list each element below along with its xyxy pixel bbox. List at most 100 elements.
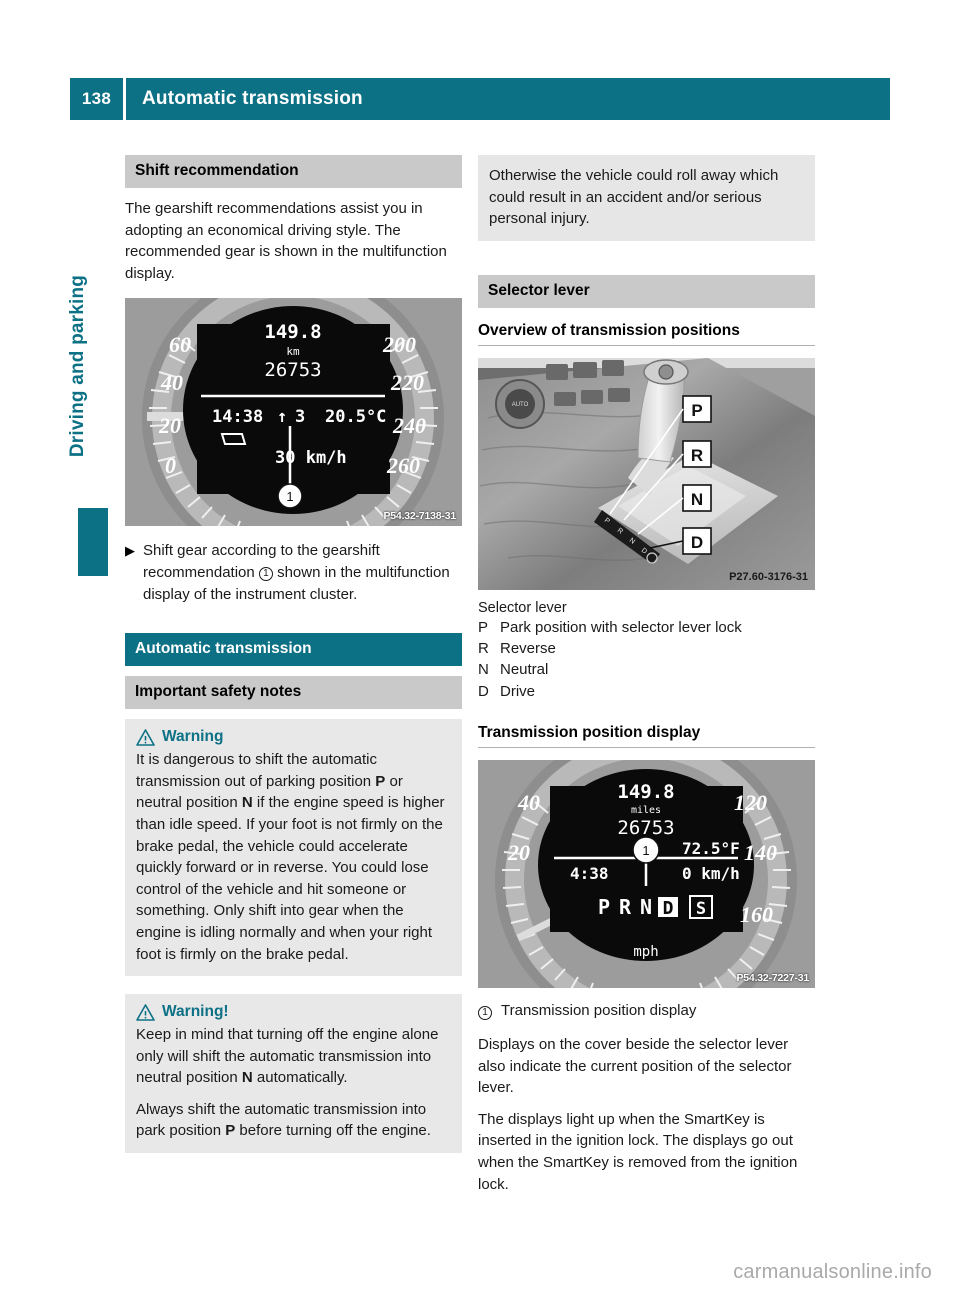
lever-callout-r: R (691, 446, 703, 465)
page-header: 138 Automatic transmission (70, 78, 890, 120)
note-continued-text: Otherwise the vehicle could roll away wh… (489, 167, 779, 228)
lever-callout-n: N (691, 490, 703, 509)
cluster-mph-time: 4:38 (570, 864, 609, 883)
cluster-trip-unit: km (286, 345, 300, 358)
warning-triangle-icon (136, 1003, 155, 1021)
legend-key-d: D (478, 682, 489, 700)
cluster-mph-unit-label: mph (633, 944, 658, 960)
dial-tick-120-mph: 120 (734, 790, 767, 815)
right-paragraph-1: Displays on the cover beside the selecto… (478, 1035, 792, 1097)
page-title: Automatic transmission (142, 88, 363, 109)
dial-tick-240: 240 (392, 413, 426, 438)
left-column: Shift recommendation The gearshift recom… (125, 155, 462, 1154)
warning-2-header: Warning! (136, 1003, 451, 1021)
cluster-gear-r: R (619, 895, 632, 919)
dial-tick-140-mph: 140 (744, 840, 777, 865)
section-bar-important-safety-notes: Important safety notes (125, 676, 462, 710)
warning-2-paragraph-2: Always shift the automatic transmission … (136, 1100, 431, 1140)
step-marker-icon: ▶ (125, 543, 135, 559)
section-bar-automatic-transmission: Automatic transmission (125, 633, 462, 667)
cluster-mph-callout-1: 1 (642, 843, 649, 858)
page-number: 138 (81, 89, 112, 108)
legend-text-p: Park position with selector lever lock (500, 618, 742, 636)
svg-text:AUTO: AUTO (512, 402, 529, 408)
warning-1-title: Warning (162, 728, 224, 746)
legend-row-d: D Drive (478, 681, 815, 702)
sidebar-chapter-label: Driving and parking (67, 274, 88, 458)
selector-lever-svg: AUTO P R N D P R N D P27.60-3176-31 (478, 357, 815, 590)
cluster-gear-d-active: D (663, 898, 674, 919)
lever-callout-p: P (691, 401, 702, 420)
legend-row-r: R Reverse (478, 638, 815, 659)
callout-line-transmission-display: 1 Transmission position display (478, 1002, 815, 1020)
cluster-image-mph: 40 20 120 140 160 149.8 miles 26753 72.5… (478, 759, 815, 988)
legend-text-d: Drive (500, 682, 536, 700)
note-continued-box: Otherwise the vehicle could roll away wh… (478, 155, 815, 241)
lever-callout-d: D (691, 533, 703, 552)
cluster-trip-value: 149.8 (264, 321, 321, 343)
cluster-gear-value: 3 (295, 407, 305, 427)
dial-tick-220: 220 (390, 370, 424, 395)
cluster-kmh-svg: 60 40 20 0 200 220 240 260 149.8 km 2675… (125, 298, 462, 527)
right-paragraph-2: The displays light up when the SmartKey … (478, 1110, 798, 1193)
figure-code-cluster-mph: P54.32-7227-31 (736, 971, 809, 984)
warning-2-title: Warning! (162, 1003, 229, 1021)
cluster-odometer: 26753 (264, 359, 321, 381)
dial-tick-40: 40 (160, 370, 183, 395)
dial-tick-40-mph: 40 (517, 790, 540, 815)
step-text: Shift gear according to the gearshift re… (143, 542, 450, 603)
cluster-sport-badge: S (696, 899, 706, 919)
cluster-image-kmh: 60 40 20 0 200 220 240 260 149.8 km 2675… (125, 298, 462, 527)
cluster-mph-svg: 40 20 120 140 160 149.8 miles 26753 72.5… (478, 759, 815, 988)
legend-row-n: N Neutral (478, 659, 815, 680)
section-bar-selector-lever: Selector lever (478, 274, 815, 308)
cluster-gear-arrow-icon: ↑ (277, 407, 287, 427)
dial-tick-260: 260 (386, 453, 420, 478)
warning-triangle-icon (136, 728, 155, 746)
section-bar-shift-recommendation: Shift recommendation (125, 155, 462, 188)
legend-text-n: Neutral (500, 661, 549, 679)
cluster-mph-trip-unit: miles (631, 805, 661, 816)
selector-lever-legend: Selector lever P Park position with sele… (478, 600, 815, 702)
dial-tick-20-mph: 20 (507, 840, 530, 865)
shift-recommendation-paragraph: The gearshift recommendations assist you… (125, 200, 447, 282)
inline-callout-1: 1 (258, 566, 273, 581)
figure-instrument-cluster-mph: 40 20 120 140 160 149.8 miles 26753 72.5… (478, 759, 815, 988)
legend-key-p: P (478, 618, 489, 636)
dial-tick-200: 200 (382, 332, 416, 357)
cluster-time: 14:38 (212, 407, 263, 427)
legend-text-r: Reverse (500, 640, 556, 658)
warning-box-2: Warning! Keep in mind that turning off t… (125, 994, 462, 1154)
cluster-mph-speed: 0 km/h (682, 864, 740, 883)
figure-code-lever: P27.60-3176-31 (729, 571, 808, 583)
warning-1-text: It is dangerous to shift the automatic t… (136, 751, 445, 963)
cluster-speed: 30 km/h (275, 448, 347, 468)
right-column: Otherwise the vehicle could roll away wh… (478, 155, 815, 1195)
cluster-mph-odometer: 26753 (617, 817, 674, 839)
sidebar-chapter-tab (78, 508, 108, 576)
callout-line-text: Transmission position display (501, 1001, 697, 1019)
legend-caption: Selector lever (478, 599, 567, 616)
heading-overview-transmission-positions: Overview of transmission positions (478, 322, 815, 346)
heading-transmission-position-display: Transmission position display (478, 724, 815, 748)
figure-code-cluster-kmh: P54.32-7138-31 (383, 510, 456, 523)
selector-lever-image: AUTO P R N D P R N D P27.60-3176-31 (478, 357, 815, 590)
footer-watermark: carmanualsonline.info (733, 1261, 932, 1283)
legend-key-r: R (478, 640, 489, 658)
figure-instrument-cluster-kmh: 60 40 20 0 200 220 240 260 149.8 km 2675… (125, 298, 462, 527)
legend-row-p: P Park position with selector lever lock (478, 617, 815, 638)
figure-selector-lever: AUTO P R N D P R N D P27.60-3176-31 (478, 357, 815, 590)
inline-callout-1-right: 1 (478, 1005, 492, 1020)
legend-key-n: N (478, 661, 489, 679)
cluster-gear-p: P (598, 895, 610, 919)
dial-tick-160-mph: 160 (740, 902, 773, 927)
dial-tick-0: 0 (165, 453, 176, 478)
cluster-callout-1: 1 (286, 489, 293, 504)
dial-tick-20: 20 (158, 413, 181, 438)
dial-tick-60: 60 (169, 332, 191, 357)
warning-2-paragraph-1: Keep in mind that turning off the engine… (136, 1026, 439, 1087)
cluster-mph-temperature: 72.5°F (682, 839, 740, 858)
warning-1-header: Warning (136, 728, 451, 746)
cluster-mph-trip-value: 149.8 (617, 781, 674, 803)
cluster-temperature: 20.5°C (325, 407, 386, 427)
